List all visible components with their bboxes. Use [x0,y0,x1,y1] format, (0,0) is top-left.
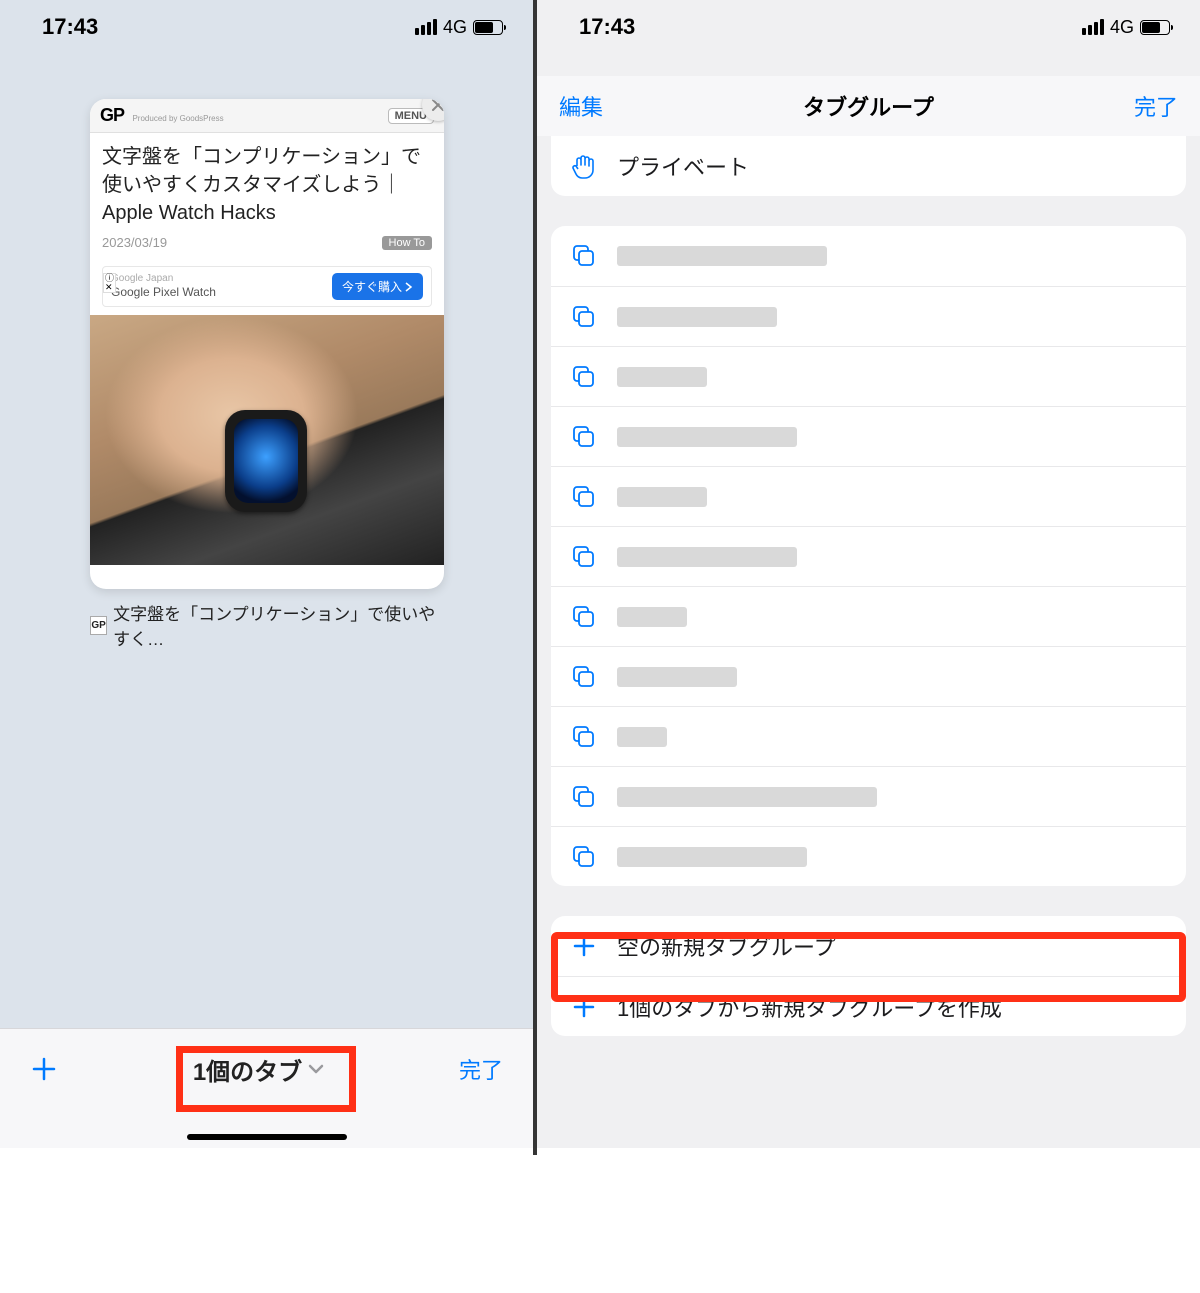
redacted-label [617,307,777,327]
redacted-label [617,487,707,507]
site-brand: GP Produced by GoodsPress [100,105,224,126]
tab-group-icon [569,602,599,632]
tab-group-row[interactable] [551,526,1186,586]
category-badge: How To [382,236,432,250]
redacted-label [617,427,797,447]
tab-group-row[interactable] [551,646,1186,706]
ad-provider: Google Japan [111,273,216,285]
tab-group-icon [569,842,599,872]
article-body: 文字盤を「コンプリケーション」で使いやすくカスタマイズしよう｜Apple Wat… [90,133,444,256]
site-tagline: Produced by GoodsPress [132,114,223,123]
private-tabs-row[interactable]: プライベート [551,136,1186,196]
tab-group-icon [569,722,599,752]
hand-icon [569,151,599,181]
highlight-annotation [176,1046,356,1112]
redacted-label [617,727,667,747]
ad-info-icon: ⓘ✕ [103,273,116,293]
tab-group-row[interactable] [551,406,1186,466]
article-headline: 文字盤を「コンプリケーション」で使いやすくカスタマイズしよう｜Apple Wat… [102,143,432,227]
ad-cta-button[interactable]: 今すぐ購入 [332,273,423,300]
redacted-label [617,667,737,687]
tab-thumbnail[interactable]: GP Produced by GoodsPress MENU 文字盤を「コンプリ… [90,99,444,589]
article-date: 2023/03/19 [102,235,167,250]
network-label: 4G [443,17,467,38]
status-right: 4G [415,17,503,38]
status-time: 17:43 [579,14,635,40]
new-tab-button[interactable] [30,1055,58,1083]
tab-group-row[interactable] [551,466,1186,526]
done-button[interactable]: 完了 [1134,90,1178,122]
signal-icon [1082,19,1104,35]
page-header-bar: GP Produced by GoodsPress MENU [90,99,444,133]
tab-group-row[interactable] [551,226,1186,286]
edit-button[interactable]: 編集 [559,90,603,122]
hero-image [90,315,444,565]
tab-group-icon [569,302,599,332]
status-bar: 17:43 4G [537,0,1200,54]
row-label: プライベート [617,150,749,182]
network-label: 4G [1110,17,1134,38]
redacted-label [617,787,877,807]
redacted-label [617,246,827,266]
redacted-label [617,607,687,627]
tab-group-icon [569,782,599,812]
site-logo-text: GP [100,105,124,125]
private-section: プライベート [551,136,1186,196]
sheet-title: タブグループ [803,90,934,122]
phone-right-tab-groups-sheet: 17:43 4G 編集 タブグループ 完了 プライベート [537,0,1200,1148]
tab-group-icon [569,482,599,512]
tab-group-icon [569,542,599,572]
favicon: GP [90,616,107,635]
tab-group-row[interactable] [551,706,1186,766]
battery-icon [473,20,503,35]
phone-left-tabs-view: 17:43 4G GP Produced by GoodsPress MENU … [0,0,533,1148]
ad-product: Google Pixel Watch [111,285,216,299]
status-time: 17:43 [42,14,98,40]
status-right: 4G [1082,17,1170,38]
battery-icon [1140,20,1170,35]
tab-group-row[interactable] [551,586,1186,646]
redacted-label [617,547,797,567]
tab-caption-row: GP 文字盤を「コンプリケーション」で使いやすく… [90,600,444,650]
sheet-header: 編集 タブグループ 完了 [537,76,1200,136]
tab-caption-text: 文字盤を「コンプリケーション」で使いやすく… [113,600,444,650]
ad-text: Google Japan Google Pixel Watch [111,273,216,299]
tab-group-row[interactable] [551,346,1186,406]
tab-group-icon [569,241,599,271]
redacted-label [617,847,807,867]
status-bar: 17:43 4G [0,0,533,54]
tab-group-icon [569,662,599,692]
home-indicator[interactable] [187,1134,347,1140]
tab-group-row[interactable] [551,826,1186,886]
redacted-label [617,367,707,387]
ad-cta-label: 今すぐ購入 [342,278,402,295]
done-button[interactable]: 完了 [459,1053,503,1085]
signal-icon [415,19,437,35]
tab-group-row[interactable] [551,766,1186,826]
ad-banner[interactable]: ⓘ✕ Google Japan Google Pixel Watch 今すぐ購入 [102,266,432,307]
highlight-annotation [551,932,1186,1002]
tab-group-row[interactable] [551,286,1186,346]
tab-group-icon [569,362,599,392]
tab-groups-list [551,226,1186,886]
tab-group-icon [569,422,599,452]
